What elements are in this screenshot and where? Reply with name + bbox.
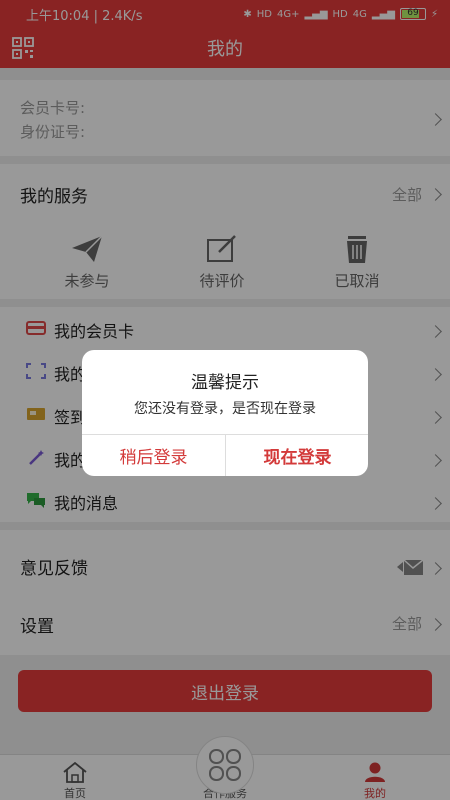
login-prompt-dialog: 温馨提示 您还没有登录，是否现在登录 稍后登录 现在登录 — [82, 350, 368, 476]
login-later-button[interactable]: 稍后登录 — [82, 435, 225, 476]
dialog-title: 温馨提示 — [191, 373, 259, 393]
dialog-message: 您还没有登录，是否现在登录 — [134, 401, 316, 417]
login-now-button[interactable]: 现在登录 — [226, 435, 368, 476]
